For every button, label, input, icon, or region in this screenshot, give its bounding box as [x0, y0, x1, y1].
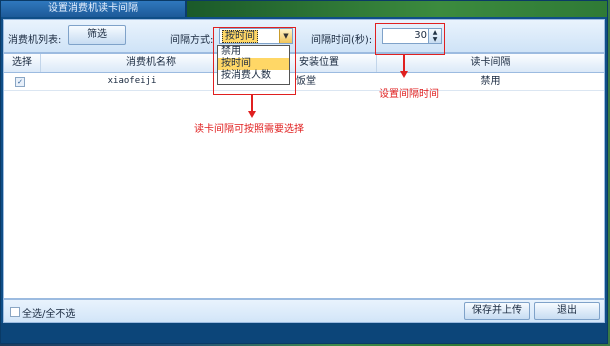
select-all-label[interactable]: 全选/全不选	[22, 305, 75, 320]
dropdown-arrow-line	[251, 94, 253, 112]
stepper-highlight-box	[375, 23, 445, 55]
window-title: 设置消费机读卡间隔	[1, 1, 185, 17]
dropdown-arrow-icon	[248, 111, 256, 118]
title-bar-decoration	[187, 1, 607, 17]
machine-name-cell: xiaofeiji	[107, 76, 157, 86]
table-header: 选择 消费机名称 安装位置 读卡间隔	[4, 54, 604, 73]
select-all-checkbox[interactable]	[10, 307, 20, 317]
stepper-arrow-icon	[400, 71, 408, 78]
dropdown-highlight-box	[213, 27, 296, 95]
bottom-bar	[1, 323, 607, 343]
stepper-annotation: 设置间隔时间	[379, 89, 439, 100]
column-header-select[interactable]: 选择	[4, 54, 41, 72]
exit-button[interactable]: 退出	[534, 302, 600, 320]
machine-table: 选择 消费机名称 安装位置 读卡间隔 ✓ xiaofeiji 饭堂 禁用	[3, 53, 605, 299]
column-header-interval[interactable]: 读卡间隔	[377, 54, 604, 72]
title-bar: 设置消费机读卡间隔	[1, 1, 607, 17]
dialog-window: 设置消费机读卡间隔 消费机列表: 筛选 间隔方式: 按时间 ▼ 间隔时间(秒):…	[0, 0, 608, 344]
stepper-arrow-line	[403, 54, 405, 72]
footer-bar: 全选/全不选 保存并上传 退出	[3, 299, 605, 323]
interval-mode-label: 间隔方式:	[170, 35, 214, 46]
interval-time-label: 间隔时间(秒):	[311, 35, 373, 46]
location-cell: 饭堂	[296, 76, 316, 87]
table-row[interactable]: ✓ xiaofeiji 饭堂 禁用	[4, 73, 604, 91]
filter-button[interactable]: 筛选	[68, 25, 126, 45]
save-upload-button[interactable]: 保存并上传	[464, 302, 530, 320]
toolbar: 消费机列表: 筛选 间隔方式: 按时间 ▼ 间隔时间(秒): 30 ▲ ▼	[3, 19, 605, 53]
row-checkbox[interactable]: ✓	[15, 77, 25, 87]
machine-list-label: 消费机列表:	[8, 35, 62, 46]
dropdown-annotation: 读卡间隔可按照需要选择	[194, 124, 304, 135]
